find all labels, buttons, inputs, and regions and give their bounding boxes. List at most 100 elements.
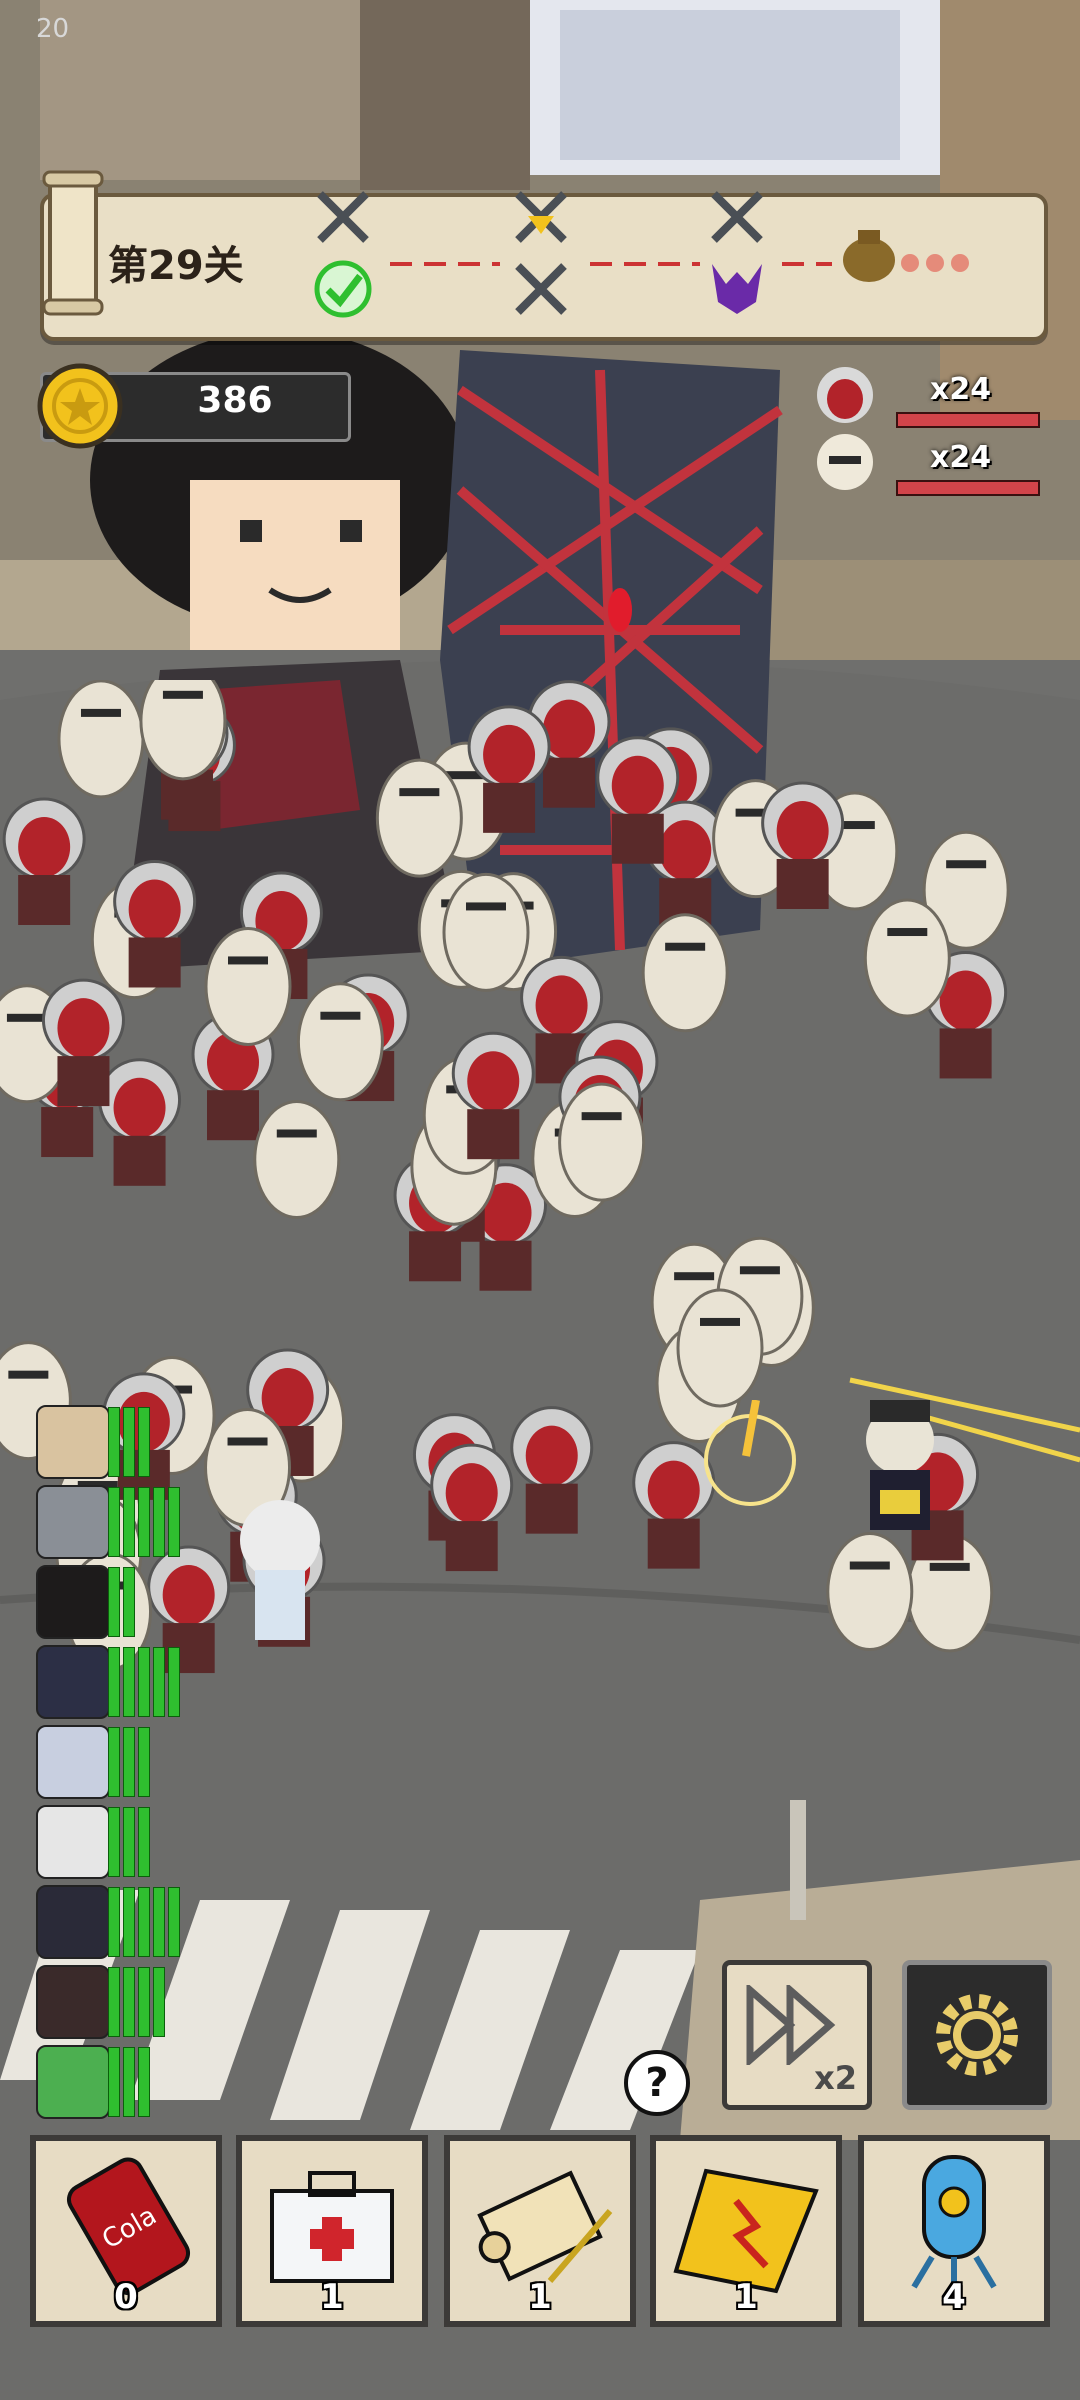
hero-hp-bar xyxy=(108,1967,165,2037)
red-mask-enemy xyxy=(510,1406,594,1534)
hp-segment xyxy=(108,1887,120,1957)
item-slot-scroll[interactable]: 1 xyxy=(444,2135,636,2327)
hp-segment xyxy=(123,1647,135,1717)
hero-hp-bar xyxy=(108,1887,180,1957)
enemy-wave-count: x24 xyxy=(930,440,992,475)
bomb-icon xyxy=(911,2155,997,2289)
bandaged-enemy xyxy=(826,1532,914,1652)
hero-hp-bar xyxy=(108,1807,150,1877)
bandaged-enemy xyxy=(676,1288,764,1408)
hp-segment xyxy=(168,1487,180,1557)
red-mask-enemy xyxy=(98,1058,182,1186)
fast-forward-icon xyxy=(746,1985,836,2065)
hp-segment xyxy=(108,1407,120,1477)
item-slot-talisman[interactable]: 1 xyxy=(650,2135,842,2327)
hp-segment xyxy=(123,1807,135,1877)
coin-icon xyxy=(37,363,123,449)
enemy-wave-hp-bar xyxy=(896,412,1040,428)
bandaged-enemy xyxy=(442,872,530,992)
hp-segment xyxy=(153,1487,165,1557)
item-slot-bomb[interactable]: 4 xyxy=(858,2135,1050,2327)
enemy-wave-hp-bar xyxy=(896,480,1040,496)
bandaged-enemy xyxy=(296,982,384,1102)
hp-segment xyxy=(138,1407,150,1477)
bandaged-enemy xyxy=(57,680,145,799)
hp-segment xyxy=(138,1647,150,1717)
coin-value: 386 xyxy=(197,380,273,421)
hp-segment xyxy=(138,1727,150,1797)
item-count: 1 xyxy=(528,2277,552,2317)
checkmark-node-icon xyxy=(314,260,372,318)
cola-can-icon: Cola xyxy=(66,2157,191,2296)
scroll-icon xyxy=(42,170,104,316)
fps-counter: 20 xyxy=(36,14,70,44)
red-mask-enemy xyxy=(430,1443,514,1572)
item-count: 4 xyxy=(942,2277,966,2317)
hp-segment xyxy=(153,1647,165,1717)
hero-avatar-pigeon[interactable] xyxy=(36,1725,110,1799)
hero-avatar-shield-boy[interactable] xyxy=(36,1965,110,2039)
hp-segment xyxy=(138,1967,150,2037)
hero-skeleton-king-field xyxy=(866,1400,934,1530)
hp-segment xyxy=(123,1407,135,1477)
crossed-swords-icon xyxy=(317,191,369,243)
crossed-swords-unknown-icon xyxy=(515,263,567,315)
bandaged-enemy xyxy=(253,1099,341,1219)
hp-segment xyxy=(123,2047,135,2117)
hero-avatar-glasses-man[interactable] xyxy=(36,1565,110,1639)
hp-segment xyxy=(153,1967,165,2037)
hero-avatar-white-hair-elder[interactable] xyxy=(36,1805,110,1879)
hp-segment xyxy=(123,1727,135,1797)
reward-dots-icon xyxy=(901,254,969,272)
bandaged-enemy-icon xyxy=(817,434,873,490)
hero-avatar-ninja[interactable] xyxy=(36,1645,110,1719)
bandaged-enemy xyxy=(558,1082,646,1202)
item-count: 1 xyxy=(320,2277,344,2317)
hero-hp-bar xyxy=(108,1567,135,1637)
hp-segment xyxy=(108,1807,120,1877)
help-button[interactable]: ? xyxy=(624,2050,690,2116)
hp-segment xyxy=(168,1647,180,1717)
hero-hp-bar xyxy=(108,2047,150,2117)
hp-segment xyxy=(138,1487,150,1557)
bandaged-enemy xyxy=(375,758,463,878)
hero-avatar-cat-cowboy[interactable] xyxy=(36,1405,110,1479)
hp-segment xyxy=(138,1887,150,1957)
hp-segment xyxy=(108,1567,120,1637)
stage-label: 第29关 xyxy=(108,243,244,289)
attack-target-marker xyxy=(704,1400,796,1506)
bandaged-enemy xyxy=(863,898,951,1018)
red-mask-enemy xyxy=(2,797,86,926)
item-slot-medkit[interactable]: 1 xyxy=(236,2135,428,2327)
hero-avatar-skeleton-king[interactable] xyxy=(36,1885,110,1959)
item-count: 0 xyxy=(114,2277,138,2317)
bandaged-enemy xyxy=(139,680,227,781)
crossed-swords-gold-icon xyxy=(515,191,567,243)
hero-hp-bar xyxy=(108,1407,150,1477)
hp-segment xyxy=(123,1887,135,1957)
stage-path xyxy=(782,262,832,266)
boss-demon-icon xyxy=(712,264,762,314)
stage-path xyxy=(590,262,700,266)
hp-segment xyxy=(123,1967,135,2037)
speed-x2-button[interactable]: x2 xyxy=(722,1960,872,2110)
settings-button[interactable] xyxy=(902,1960,1052,2110)
bandaged-enemy xyxy=(641,913,729,1033)
hero-avatar-frog[interactable] xyxy=(36,2045,110,2119)
crossed-swords-icon xyxy=(711,191,763,243)
hero-white-hair-field xyxy=(240,1500,320,1640)
red-mask-enemy-icon xyxy=(817,367,873,423)
hero-hp-bar xyxy=(108,1727,150,1797)
item-count: 1 xyxy=(734,2277,758,2317)
hp-segment xyxy=(108,1727,120,1797)
hp-segment xyxy=(123,1487,135,1557)
hp-segment xyxy=(108,1967,120,2037)
stage-path xyxy=(390,262,500,266)
enemy-wave-count: x24 xyxy=(930,372,992,407)
gear-icon xyxy=(936,1994,1018,2076)
hero-hp-bar xyxy=(108,1647,180,1717)
hp-segment xyxy=(168,1887,180,1957)
hero-avatar-grey-wolf[interactable] xyxy=(36,1485,110,1559)
item-slot-cola[interactable]: Cola 0 xyxy=(30,2135,222,2327)
hp-segment xyxy=(138,1807,150,1877)
